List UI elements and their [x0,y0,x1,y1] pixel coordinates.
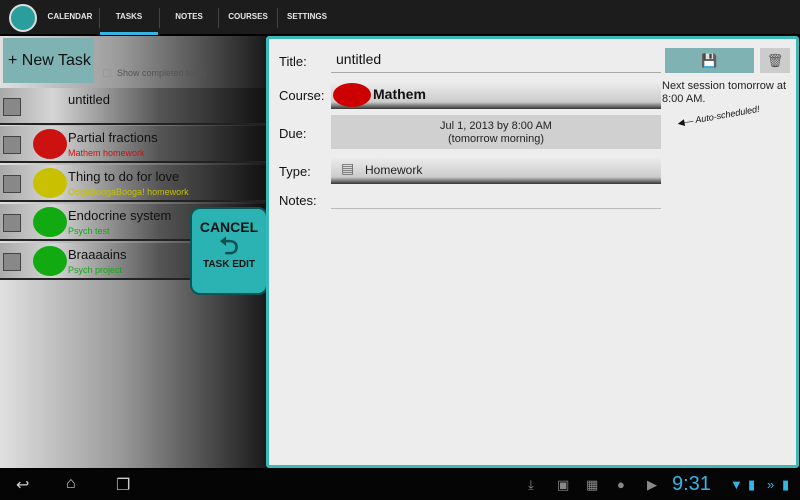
wifi-icon: ▼ [730,477,743,492]
auto-scheduled-annotation: ◀— Auto-scheduled! [677,104,761,129]
tab-settings[interactable]: SETTINGS [278,0,336,35]
task-row[interactable]: Thing to do for love OogaBoogaBooga! hom… [0,165,266,202]
type-value: Homework [365,163,423,177]
notes-input[interactable] [331,189,661,209]
chevrons-icon: » [767,477,775,492]
auto-scheduled-text: Auto-scheduled! [694,103,761,126]
cancel-task-edit-button[interactable]: CANCEL ⮌ TASK EDIT [190,207,268,295]
tab-tasks[interactable]: TASKS [100,0,158,35]
save-button[interactable]: 💾 [665,48,754,73]
tab-notes[interactable]: NOTES [160,0,218,35]
due-date: Jul 1, 2013 by 8:00 AM [440,120,552,132]
action-bar: CALENDAR TASKS NOTES COURSES SETTINGS [0,0,800,35]
title-label: Title: [279,54,307,69]
task-title: Endocrine system [68,208,172,223]
task-title: Partial fractions [68,130,158,145]
new-task-button[interactable]: + New Task [3,38,94,83]
app-logo[interactable] [9,4,37,32]
task-type-icon [33,246,67,276]
task-title: untitled [68,92,110,107]
android-icon: ● [617,477,625,492]
homework-icon: ▤ [341,160,355,176]
home-icon[interactable]: ⌂ [66,475,76,493]
floppy-disk-icon: 💾 [701,53,718,68]
title-input[interactable]: untitled [331,51,661,73]
task-edit-label: TASK EDIT [202,259,256,270]
tab-calendar[interactable]: CALENDAR [42,0,98,35]
task-checkbox[interactable] [3,253,21,271]
task-title: Braaaains [68,247,127,262]
recent-apps-icon[interactable]: ❐ [116,475,130,495]
task-type-icon [33,207,67,237]
course-value: Mathem [373,86,426,102]
delete-button[interactable]: 🗑 [760,48,790,73]
task-subtitle: Psych project [68,265,123,275]
type-spinner[interactable]: ▤ Homework [331,156,661,184]
back-icon[interactable]: ↩ [16,475,29,495]
arrow-icon: ◀— [676,115,695,129]
show-completed-label: Show completed tasks [117,68,208,78]
download-icon: ⤓ [528,477,534,492]
course-spinner[interactable]: Mathem [331,81,661,109]
tab-courses[interactable]: COURSES [219,0,277,35]
course-icon [333,83,371,107]
task-checkbox[interactable] [3,214,21,232]
type-label: Type: [279,164,311,179]
task-subtitle: OogaBoogaBooga! homework [68,187,189,197]
dock-battery-icon: ▮ [748,477,756,492]
task-type-icon [33,91,67,121]
undo-arrow-icon: ⮌ [219,233,239,260]
show-completed-checkbox[interactable]: Show completed tasks [103,68,207,78]
due-date-button[interactable]: Jul 1, 2013 by 8:00 AM (tomorrow morning) [331,115,661,149]
system-bar: ↩ ⌂ ❐ ⤓ ▣ ▦ ● ▶ 9:31 ▼ ▮ » ▮ [0,470,800,500]
battery-icon: ▮ [782,477,790,492]
course-label: Course: [279,88,325,103]
notes-label: Notes: [279,193,317,208]
task-checkbox[interactable] [3,136,21,154]
gallery-icon: ▣ [557,477,570,492]
task-type-icon [33,129,67,159]
clock: 9:31 [672,473,711,495]
task-checkbox[interactable] [3,175,21,193]
task-type-icon [33,168,67,198]
task-subtitle: Psych test [68,226,110,236]
task-row[interactable]: Partial fractions Mathem homework [0,126,266,163]
next-session-text: Next session tomorrow at 8:00 AM. [662,80,787,105]
task-edit-panel: Title: untitled Course: Mathem Due: Jul … [266,36,799,468]
task-subtitle: Mathem homework [68,148,145,158]
trash-icon: 🗑 [766,53,784,68]
play-store-icon: ▶ [647,477,657,492]
due-label: Due: [279,126,307,141]
task-row[interactable]: untitled [0,88,266,125]
task-checkbox[interactable] [3,98,21,116]
screenshot-icon: ▦ [586,477,599,492]
task-title: Thing to do for love [68,169,180,184]
due-relative: (tomorrow morning) [448,133,544,145]
